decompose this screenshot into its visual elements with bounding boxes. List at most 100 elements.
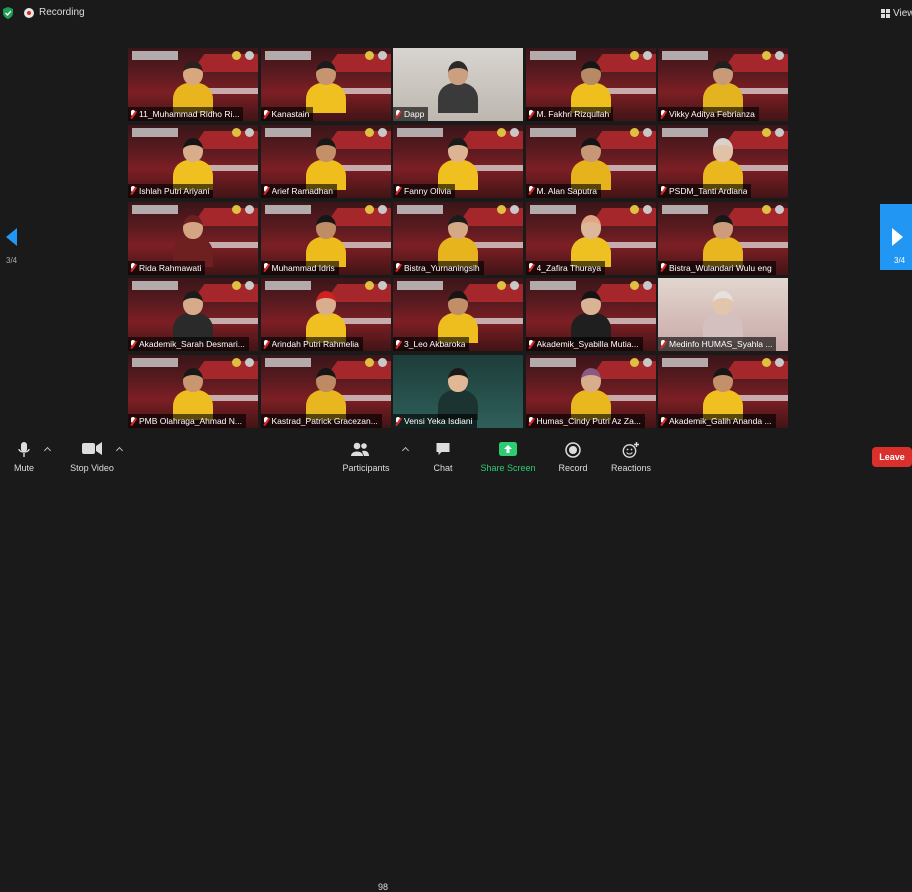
- background-banner: [264, 127, 311, 137]
- participant-name-tag: 3_Leo Akbaroka: [393, 337, 470, 352]
- participants-button[interactable]: Participants: [340, 436, 392, 474]
- participant-name-tag: Akademik_Sarah Desmari...: [128, 337, 249, 352]
- muted-mic-icon: [528, 263, 534, 272]
- muted-mic-icon: [263, 186, 269, 195]
- participant-name: Akademik_Galih Ananda ...: [669, 416, 772, 427]
- participant-video-tile[interactable]: PMB Olahraga_Ahmad N...: [128, 355, 258, 429]
- background-banner: [662, 204, 708, 214]
- participant-video: [438, 59, 478, 113]
- participant-name: Akademik_Syabilla Mutia...: [536, 339, 639, 350]
- mute-button[interactable]: Mute: [8, 436, 40, 474]
- recording-label: Recording: [39, 7, 85, 18]
- leave-button[interactable]: Leave: [872, 447, 912, 467]
- background-banner: [529, 204, 576, 214]
- participant-name-tag: Fanny Olivia: [393, 183, 456, 198]
- background-banner: [132, 204, 178, 214]
- background-banner: [132, 127, 178, 137]
- background-banner: [662, 51, 708, 60]
- participant-video: [570, 136, 611, 190]
- participants-icon: [351, 442, 369, 456]
- participant-video-tile[interactable]: PSDM_Tanti Ardiana: [658, 124, 788, 198]
- page-indicator-left: 3/4: [6, 256, 18, 265]
- muted-mic-icon: [130, 186, 136, 195]
- participant-name: Kanastain: [271, 109, 310, 119]
- participant-video-tile[interactable]: Rida Rahmawati: [128, 201, 258, 275]
- participant-video-tile[interactable]: M. Alan Saputra: [525, 124, 656, 198]
- participant-video-tile[interactable]: Arief Ramadhan: [260, 124, 391, 198]
- participant-video-tile[interactable]: Kastrad_Patrick Gracezan...: [260, 355, 391, 429]
- video-options-chevron-icon[interactable]: [116, 446, 124, 454]
- next-page-button[interactable]: 3/4: [880, 204, 912, 270]
- background-banner: [132, 358, 178, 368]
- participant-name: M. Alan Saputra: [536, 185, 597, 196]
- reactions-button[interactable]: Reactions: [610, 436, 652, 474]
- participant-name-tag: M. Fakhri Rizqullah: [525, 107, 614, 121]
- muted-mic-icon: [528, 186, 534, 195]
- muted-mic-icon: [528, 416, 534, 426]
- muted-mic-icon: [263, 416, 269, 426]
- logo-icon: [232, 204, 241, 214]
- view-button[interactable]: View: [881, 5, 912, 21]
- participants-label: Participants: [342, 463, 390, 473]
- background-banner: [662, 358, 708, 368]
- record-icon: [565, 442, 581, 458]
- participant-video-tile[interactable]: Fanny Olivia: [393, 124, 523, 198]
- background-banner: [132, 51, 178, 60]
- previous-page-button[interactable]: 3/4: [0, 204, 26, 270]
- muted-mic-icon: [263, 263, 269, 272]
- share-screen-icon: [499, 442, 517, 456]
- meeting-top-bar: Recording View: [0, 0, 912, 26]
- participant-video-tile[interactable]: Akademik_Syabilla Mutia...: [525, 278, 656, 352]
- logo-icon: [510, 204, 519, 214]
- participant-video: [570, 59, 611, 113]
- participant-video: [305, 366, 346, 421]
- audio-options-chevron-icon[interactable]: [44, 446, 52, 454]
- participant-name-tag: Bistra_Yurnaningsih: [393, 260, 484, 275]
- participant-video: [305, 59, 346, 113]
- participant-video-tile[interactable]: Humas_Cindy Putri Az Za...: [525, 355, 656, 429]
- background-banner: [132, 281, 178, 291]
- participant-video-tile[interactable]: Bistra_Yurnaningsih: [393, 201, 523, 275]
- participant-video-tile[interactable]: Vensi Yeka Isdiani: [393, 355, 523, 429]
- participant-video-tile[interactable]: 3_Leo Akbaroka: [393, 278, 523, 352]
- participant-video-tile[interactable]: Dapp: [393, 48, 523, 121]
- participant-name: Kastrad_Patrick Gracezan...: [271, 416, 378, 427]
- participant-video-tile[interactable]: Arindah Putri Rahmelia: [260, 278, 391, 352]
- chat-button[interactable]: Chat: [428, 436, 458, 474]
- participant-video-tile[interactable]: Vikky Aditya Febrianza: [658, 48, 788, 121]
- participant-video-tile[interactable]: Bistra_Wulandari Wulu eng: [658, 201, 788, 275]
- participant-name-tag: Rida Rahmawati: [128, 260, 206, 275]
- logo-icon: [775, 51, 784, 60]
- participant-video-tile[interactable]: Kanastain: [260, 48, 391, 121]
- participant-name-tag: 4_Zafira Thuraya: [525, 260, 606, 275]
- participant-name-tag: Akademik_Galih Ananda ...: [658, 414, 776, 429]
- participant-video-tile[interactable]: 11_Muhammad Ridho Ri...: [128, 48, 258, 121]
- muted-mic-icon: [528, 339, 534, 349]
- record-button[interactable]: Record: [556, 436, 590, 474]
- muted-mic-icon: [130, 416, 136, 426]
- participant-video: [438, 289, 478, 344]
- participant-name-tag: Arief Ramadhan: [260, 183, 337, 198]
- shield-check-icon[interactable]: [3, 7, 13, 19]
- logo-icon: [377, 127, 387, 137]
- chevron-left-icon: [6, 228, 17, 246]
- stop-video-button[interactable]: Stop Video: [66, 436, 118, 474]
- participants-options-chevron-icon[interactable]: [402, 446, 410, 454]
- participant-video-tile[interactable]: Akademik_Galih Ananda ...: [658, 355, 788, 429]
- participant-video-tile[interactable]: 4_Zafira Thuraya: [525, 201, 656, 275]
- participant-video: [173, 59, 213, 113]
- muted-mic-icon: [660, 109, 666, 119]
- muted-mic-icon: [660, 339, 666, 349]
- participant-video-tile[interactable]: Muhammad Idris: [260, 201, 391, 275]
- participant-video-tile[interactable]: Medinfo HUMAS_Syahla ...: [658, 278, 788, 352]
- logo-icon: [497, 204, 506, 214]
- background-banner: [264, 281, 311, 291]
- participant-video-tile[interactable]: M. Fakhri Rizqullah: [525, 48, 656, 121]
- chevron-right-icon: [892, 228, 903, 246]
- participant-video-tile[interactable]: Akademik_Sarah Desmari...: [128, 278, 258, 352]
- participant-video-tile[interactable]: Ishlah Putri Ariyani: [128, 124, 258, 198]
- share-screen-button[interactable]: Share Screen: [480, 436, 536, 474]
- participant-name: PMB Olahraga_Ahmad N...: [139, 416, 242, 427]
- participant-name: Bistra_Yurnaningsih: [404, 262, 480, 273]
- muted-mic-icon: [528, 109, 534, 119]
